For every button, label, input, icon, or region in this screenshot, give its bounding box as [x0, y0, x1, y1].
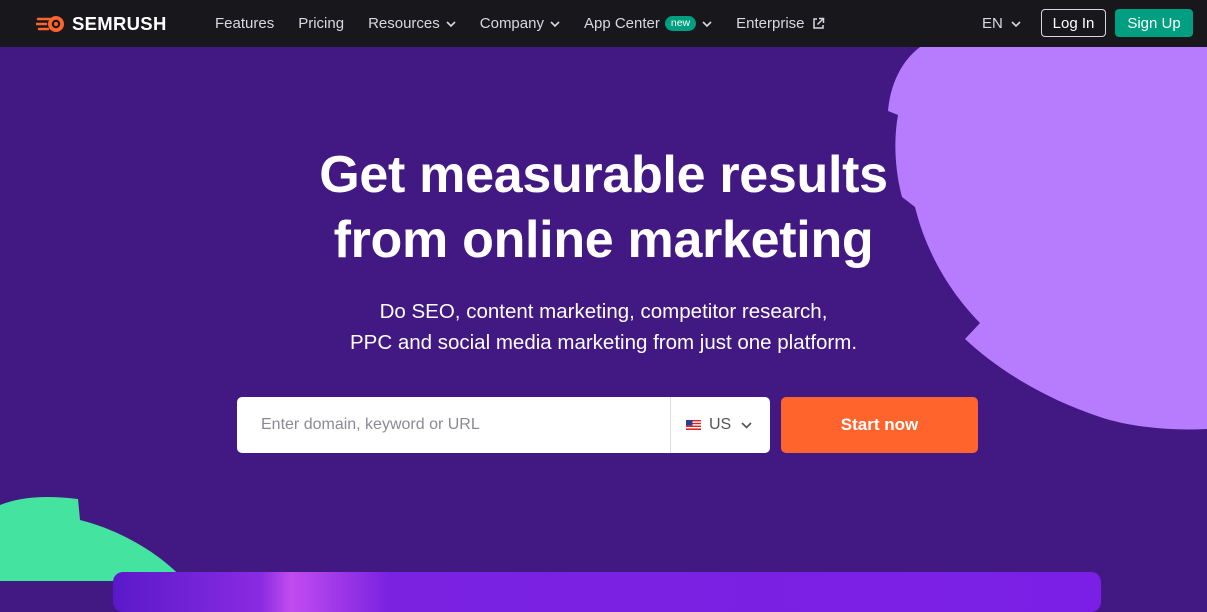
- nav-item-pricing[interactable]: Pricing: [298, 15, 344, 32]
- top-navbar: SEMRUSH Features Pricing Resources Compa…: [0, 0, 1207, 47]
- nav-item-resources[interactable]: Resources: [368, 15, 456, 32]
- country-label: US: [709, 416, 732, 433]
- external-link-icon: [812, 17, 824, 29]
- semrush-logo[interactable]: SEMRUSH: [36, 13, 167, 35]
- chevron-down-icon: [702, 20, 712, 27]
- signup-button[interactable]: Sign Up: [1115, 9, 1193, 37]
- language-label: EN: [982, 15, 1003, 32]
- language-selector[interactable]: EN: [982, 0, 1021, 47]
- new-badge: new: [664, 16, 697, 31]
- search-divider: [670, 397, 671, 453]
- nav-item-label: Features: [215, 15, 275, 32]
- nav-item-label: Pricing: [298, 15, 345, 32]
- nav-item-company[interactable]: Company: [480, 15, 560, 32]
- nav-item-app-center[interactable]: App Center new: [584, 15, 712, 32]
- nav-item-features[interactable]: Features: [215, 15, 274, 32]
- nav-links: Features Pricing Resources Company App C…: [215, 0, 849, 47]
- nav-item-label: Resources: [368, 15, 440, 32]
- login-button[interactable]: Log In: [1041, 9, 1106, 37]
- chevron-down-icon: [1011, 20, 1021, 27]
- hero-title: Get measurable results from online marke…: [0, 143, 1207, 273]
- nav-item-enterprise[interactable]: Enterprise: [736, 15, 824, 32]
- hero-title-line: from online marketing: [333, 211, 874, 269]
- nav-item-label: App Center: [583, 15, 660, 32]
- chevron-down-icon: [550, 20, 560, 27]
- start-now-button[interactable]: Start now: [781, 397, 978, 453]
- search-input[interactable]: [259, 397, 673, 453]
- semrush-flame-icon: [36, 16, 64, 32]
- chevron-down-icon: [446, 20, 456, 27]
- us-flag-icon: [686, 420, 701, 430]
- hero-title-line: Get measurable results: [319, 146, 888, 204]
- search-box: US: [237, 397, 770, 453]
- hero-subtitle: Do SEO, content marketing, competitor re…: [0, 296, 1207, 358]
- hero-subtitle-line: PPC and social media marketing from just…: [349, 331, 858, 354]
- nav-item-label: Enterprise: [736, 15, 805, 32]
- nav-item-label: Company: [479, 15, 544, 32]
- country-selector[interactable]: US: [686, 397, 752, 453]
- brand-name: SEMRUSH: [72, 13, 167, 34]
- bottom-feature-card: [113, 572, 1101, 612]
- decorative-green-blob: [0, 497, 185, 581]
- chevron-down-icon: [741, 421, 752, 429]
- hero-subtitle-line: Do SEO, content marketing, competitor re…: [379, 300, 828, 323]
